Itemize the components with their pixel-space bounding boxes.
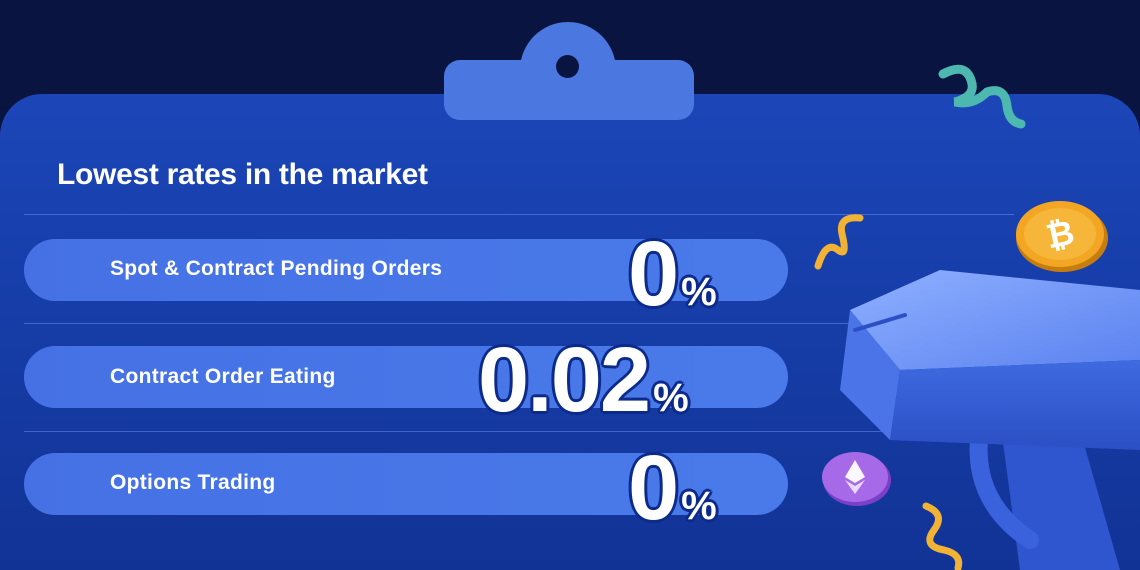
ethereum-coin-icon <box>822 452 891 506</box>
rate-value: 0.02% <box>478 334 689 426</box>
confetti-ribbon-teal <box>938 64 1026 129</box>
banner-title: Lowest rates in the market <box>57 158 428 191</box>
rate-unit: % <box>653 376 689 420</box>
rate-value: 0% <box>628 228 717 320</box>
money-gun-illustration <box>840 270 1140 570</box>
rate-number: 0.02 <box>478 329 651 431</box>
rate-number: 0 <box>628 437 679 539</box>
confetti-ribbon-yellow <box>922 502 963 570</box>
row-label: Contract Order Eating <box>110 365 336 388</box>
row-label: Spot & Contract Pending Orders <box>110 257 443 280</box>
rate-unit: % <box>681 270 717 314</box>
clipboard-clip-hole <box>556 55 579 78</box>
row-label: Options Trading <box>110 471 276 494</box>
rate-number: 0 <box>628 223 679 325</box>
bitcoin-coin-icon: ₿ <box>1016 201 1108 272</box>
confetti-ribbon-yellow <box>814 214 864 270</box>
rate-unit: % <box>681 484 717 528</box>
rate-value: 0% <box>628 442 717 534</box>
